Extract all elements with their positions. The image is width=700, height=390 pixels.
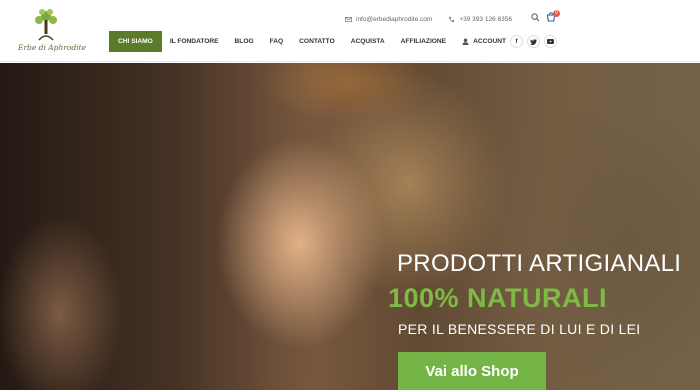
logo-text: Erbe di Aphrodite: [18, 43, 87, 52]
nav-acquista[interactable]: Acquista: [343, 31, 393, 52]
cart-count-badge: 0: [553, 10, 560, 17]
hero-headline: PRODOTTI ARTIGIANALI: [397, 250, 682, 277]
youtube-play-icon: [547, 39, 554, 44]
nav-blog[interactable]: Blog: [227, 31, 262, 52]
hero-image-overlay: [0, 63, 700, 390]
main-nav: Chi Siamo Il Fondatore Blog FAQ Contatto…: [109, 31, 514, 52]
nav-faq[interactable]: FAQ: [262, 31, 292, 52]
hero-subheadline: 100% NATURALI: [388, 283, 608, 313]
phone-text: +39 393 126 8356: [459, 15, 512, 23]
nav-contatto[interactable]: Contatto: [291, 31, 343, 52]
nav-chi-siamo[interactable]: Chi Siamo: [109, 31, 162, 52]
social-links: f: [510, 35, 557, 48]
nav-account[interactable]: Account: [454, 31, 514, 52]
hero-banner: PRODOTTI ARTIGIANALI 100% NATURALI PER I…: [0, 63, 700, 390]
envelope-icon: [345, 16, 352, 22]
tree-logo-icon: [35, 9, 57, 41]
twitter-bird-icon: [530, 38, 537, 45]
hero-tagline: PER IL BENESSERE DI LUI E DI LEI: [398, 321, 641, 337]
contact-bar: info@erbediaphrodite.com +39 393 126 835…: [345, 12, 528, 26]
site-header: Erbe di Aphrodite info@erbediaphrodite.c…: [0, 0, 700, 62]
site-logo[interactable]: Erbe di Aphrodite: [18, 6, 87, 58]
youtube-icon[interactable]: [544, 35, 557, 48]
shop-button[interactable]: Vai allo Shop: [398, 352, 546, 390]
nav-il-fondatore[interactable]: Il Fondatore: [162, 31, 227, 52]
user-icon: [462, 38, 469, 45]
nav-account-label: Account: [473, 38, 507, 45]
twitter-icon[interactable]: [527, 35, 540, 48]
email-text: info@erbediaphrodite.com: [356, 15, 433, 23]
phone-contact[interactable]: +39 393 126 8356: [448, 16, 512, 23]
search-icon[interactable]: [531, 13, 540, 22]
nav-affiliazione[interactable]: Affiliazione: [393, 31, 454, 52]
email-contact[interactable]: info@erbediaphrodite.com: [345, 16, 432, 23]
facebook-icon[interactable]: f: [510, 35, 523, 48]
phone-icon: [449, 16, 455, 22]
